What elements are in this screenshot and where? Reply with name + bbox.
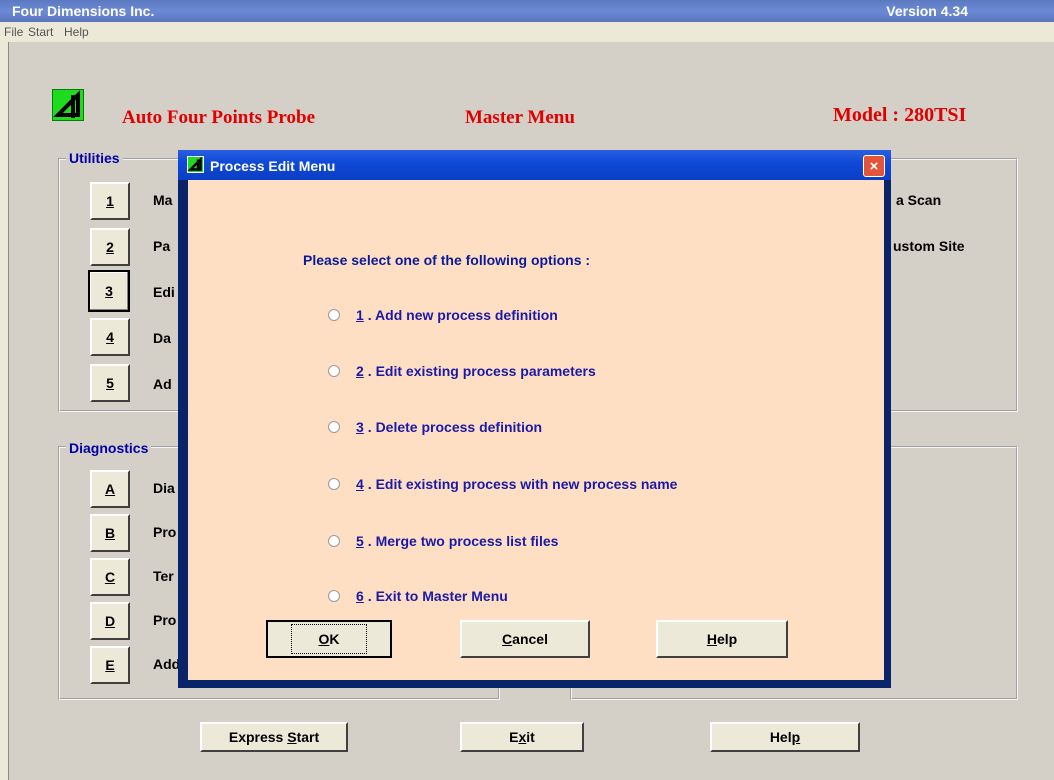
option-6[interactable]: 6. Exit to Master Menu (328, 587, 508, 605)
help-button[interactable]: Help (656, 620, 788, 658)
option-2-label: . Edit existing process parameters (367, 363, 596, 379)
option-2-number: 2 (356, 363, 364, 379)
radio-option-5[interactable] (328, 535, 340, 547)
ok-label-u: O (318, 631, 330, 647)
cancel-label-u: C (502, 631, 513, 647)
diagnostic-button-a[interactable]: A (90, 470, 130, 508)
diagnostic-text-b: Pro (153, 524, 177, 540)
main-help-label-pre: Hel (769, 729, 792, 745)
radio-option-1[interactable] (328, 309, 340, 321)
option-4-number: 4 (356, 476, 364, 492)
option-1-number: 1 (356, 307, 364, 323)
utility-text-4: Da (153, 330, 171, 346)
option-5-label: . Merge two process list files (367, 533, 559, 549)
logo-icon (52, 89, 84, 121)
express-start-label-post: tart (296, 729, 320, 745)
option-3-label: . Delete process definition (367, 419, 543, 435)
diagnostic-button-c[interactable]: C (90, 558, 130, 596)
utility-text-2: Pa (153, 238, 171, 254)
diagnostic-button-d[interactable]: D (90, 602, 130, 640)
help-label-u: H (706, 631, 717, 647)
exit-button[interactable]: Ex it (460, 722, 584, 752)
menu-file[interactable]: File (4, 25, 23, 39)
utility-right-text-2: ustom Site (893, 238, 965, 254)
option-1[interactable]: 1. Add new process definition (328, 306, 558, 324)
main-help-label-u: p (791, 729, 801, 745)
utility-button-4[interactable]: 4 (90, 318, 130, 356)
utility-text-3: Edi (153, 284, 175, 300)
diagnostic-button-e[interactable]: E (90, 646, 130, 684)
exit-label-u: x (518, 729, 527, 745)
option-6-label: . Exit to Master Menu (367, 588, 508, 604)
option-3-number: 3 (356, 419, 364, 435)
app-title-bar: Four Dimensions Inc. Version 4.34 (0, 0, 1054, 22)
radio-option-2[interactable] (328, 365, 340, 377)
menu-start[interactable]: Start (28, 25, 53, 39)
utility-button-5[interactable]: 5 (90, 364, 130, 402)
diagnostic-text-d: Pro (153, 612, 177, 628)
utility-button-3[interactable]: 3 (88, 270, 130, 312)
utilities-label: Utilities (66, 150, 123, 166)
main-help-button[interactable]: Hel p (710, 722, 860, 752)
dialog-logo-icon (187, 156, 204, 173)
option-1-label: . Add new process definition (367, 307, 558, 323)
option-3[interactable]: 3. Delete process definition (328, 418, 542, 436)
model-label: Model : 280TSI (833, 104, 967, 126)
exit-label-pre: E (509, 729, 519, 745)
express-start-label-u: S (287, 729, 297, 745)
dialog-title-bar[interactable]: Process Edit Menu × (178, 150, 891, 180)
app-heading: Auto Four Points Probe (122, 107, 315, 128)
ok-label-rest: K (329, 631, 340, 647)
menu-bar: File Start Help (0, 22, 1054, 42)
utility-right-text-1: a Scan (896, 192, 942, 208)
ok-button[interactable]: OK (266, 620, 392, 658)
express-start-button[interactable]: Express Start (200, 722, 348, 752)
diagnostic-text-c: Ter (153, 568, 174, 584)
diagnostics-label: Diagnostics (66, 440, 152, 456)
option-6-number: 6 (356, 588, 364, 604)
utility-button-2[interactable]: 2 (90, 228, 130, 266)
exit-label-post: it (526, 729, 535, 745)
express-start-label-pre: Express (228, 729, 288, 745)
app-version: Version 4.34 (886, 3, 968, 19)
option-5[interactable]: 5. Merge two process list files (328, 532, 558, 550)
radio-option-4[interactable] (328, 478, 340, 490)
diagnostic-text-e: Add (153, 656, 181, 672)
option-4-label: . Edit existing process with new process… (367, 476, 678, 492)
radio-option-3[interactable] (328, 421, 340, 433)
diagnostic-button-b[interactable]: B (90, 514, 130, 552)
menu-help[interactable]: Help (64, 25, 89, 39)
option-2[interactable]: 2. Edit existing process parameters (328, 362, 596, 380)
dialog-prompt: Please select one of the following optio… (303, 252, 591, 268)
utility-text-5: Ad (153, 376, 172, 392)
cancel-button[interactable]: Cancel (460, 620, 590, 658)
process-edit-dialog: Process Edit Menu × Please select one of… (178, 150, 891, 688)
option-4[interactable]: 4. Edit existing process with new proces… (328, 475, 677, 493)
utility-button-1[interactable]: 1 (90, 182, 130, 220)
diagnostic-text-a: Dia (153, 480, 175, 496)
utility-text-1: Ma (153, 192, 173, 208)
app-title: Four Dimensions Inc. (12, 3, 155, 19)
cancel-label-rest: ancel (512, 631, 548, 647)
menu-heading: Master Menu (465, 107, 575, 128)
radio-option-6[interactable] (328, 590, 340, 602)
dialog-title: Process Edit Menu (210, 158, 336, 174)
help-label-rest: elp (716, 631, 738, 647)
close-icon[interactable]: × (863, 155, 885, 177)
option-5-number: 5 (356, 533, 364, 549)
dialog-body: Please select one of the following optio… (188, 180, 884, 680)
